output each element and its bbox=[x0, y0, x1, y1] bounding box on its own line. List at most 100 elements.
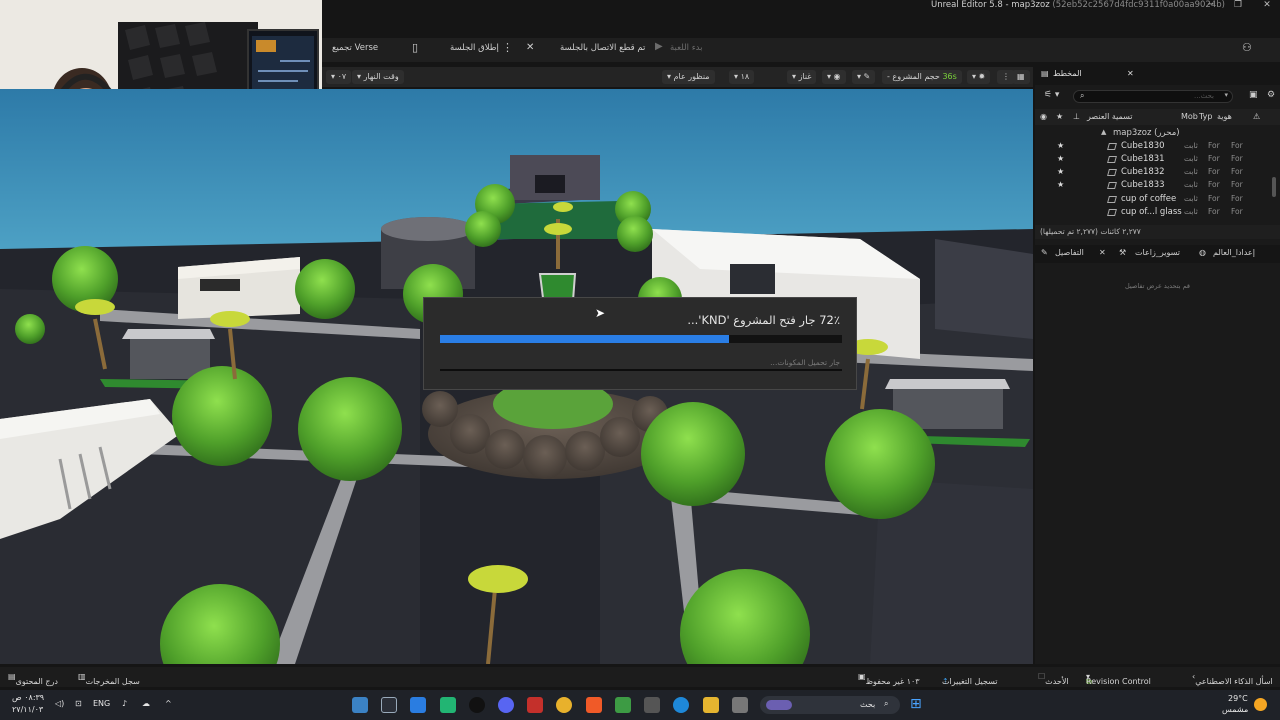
tab-world-settings[interactable]: إعدادا_العالم bbox=[1213, 248, 1255, 257]
new-folder-icon[interactable]: ▣ bbox=[1249, 90, 1258, 100]
verse-compile-button[interactable]: Verse تجميع bbox=[332, 43, 378, 53]
launch-session-button[interactable]: إطلاق الجلسة bbox=[450, 43, 499, 53]
close-window-button[interactable]: ✕ bbox=[1257, 0, 1277, 10]
mesh-icon bbox=[1107, 196, 1117, 203]
visibility-eye-icon[interactable]: ◉ bbox=[1040, 112, 1047, 121]
cloud-icon[interactable]: ☁ bbox=[142, 699, 150, 708]
app-icon-3[interactable] bbox=[440, 697, 456, 713]
favorite-star-icon[interactable]: ★ bbox=[1056, 112, 1063, 121]
details-tabbar: ✎ التفاصيل ✕ ⚒ تسوير_زاعات ◍ إعدادا_العا… bbox=[1035, 245, 1280, 263]
outliner-tabbar: ▤ المخطط ✕ bbox=[1035, 65, 1280, 85]
taskbar-search[interactable]: بحث ⌕ bbox=[760, 696, 900, 714]
status-bar: ▤ درج المحتوى ▥ سجل المخرجات ▣ ١٠٣ غير م… bbox=[0, 667, 1280, 687]
close-details-icon[interactable]: ✕ bbox=[1099, 248, 1106, 257]
main-toolbar: Verse تجميع ▯ إطلاق الجلسة ⋮ ✕ تم قطع ال… bbox=[322, 38, 1280, 62]
unsaved-button[interactable]: ▣ ١٠٣ غير محفوظ bbox=[858, 672, 920, 686]
windows-start-icon[interactable]: ⊞ bbox=[910, 696, 922, 712]
loading-progress-bar bbox=[440, 335, 842, 343]
panel-icon: ▤ bbox=[1041, 69, 1049, 78]
speed-dropdown[interactable]: ٠٧ ▾ bbox=[326, 70, 352, 84]
unreal-editor-icon[interactable] bbox=[381, 697, 397, 713]
device-icon[interactable]: ▯ bbox=[412, 41, 418, 54]
app-icon-13[interactable] bbox=[732, 697, 748, 713]
output-log-button[interactable]: ▥ سجل المخرجات bbox=[78, 672, 140, 686]
mesh-icon bbox=[1107, 169, 1117, 176]
weather-temp[interactable]: 29°C bbox=[1228, 694, 1248, 703]
disconnect-icon[interactable]: ✕ bbox=[526, 42, 534, 53]
search-dropdown-icon[interactable]: ▾ bbox=[1224, 91, 1228, 99]
tray-chevron-icon[interactable]: ^ bbox=[165, 699, 172, 708]
view-mode-dropdown[interactable]: غناز ▾ bbox=[787, 70, 817, 84]
outliner-search-input[interactable]: ⌕ بحث... ▾ bbox=[1073, 90, 1233, 103]
eye-icon[interactable]: ◉ ▾ bbox=[822, 70, 846, 84]
col-name-header[interactable]: تسمية العنصر bbox=[1087, 112, 1133, 121]
taskbar-search-icon: ⌕ bbox=[884, 699, 889, 708]
filter-icon[interactable]: ⚟ ▾ bbox=[1044, 90, 1059, 100]
outliner-map-row[interactable]: ▲ map3zoz (محرر) bbox=[1035, 127, 1273, 140]
taskbar-language[interactable]: ENG bbox=[93, 699, 110, 708]
network-icon[interactable]: ⊡ bbox=[75, 699, 82, 708]
outliner-panel: ▤ المخطط ✕ ⚟ ▾ ⌕ بحث... ▾ ▣ ⚙ ◉ ★ ⊥ تسمي… bbox=[1035, 65, 1280, 664]
outliner-row[interactable]: ★ Cube1833 ثابت For For bbox=[1035, 179, 1273, 192]
details-icon: ✎ bbox=[1041, 248, 1048, 257]
loading-sub-message: جار تحميل المكونات... bbox=[770, 358, 840, 367]
play-icon[interactable]: ▶ bbox=[655, 41, 663, 52]
fortnite-icon[interactable] bbox=[410, 697, 426, 713]
settings-icon[interactable]: ⚙ bbox=[1267, 90, 1275, 100]
outliner-scrollbar[interactable] bbox=[1272, 177, 1276, 197]
settings-gear-icon[interactable]: ✹ ▾ bbox=[967, 70, 991, 84]
ask-ai-button[interactable]: ‹ اسأل الذكاء الاصطناعي bbox=[1192, 672, 1273, 686]
mesh-icon bbox=[1107, 143, 1117, 150]
brave-icon[interactable] bbox=[586, 697, 602, 713]
content-drawer-button[interactable]: ▤ درج المحتوى bbox=[8, 672, 58, 686]
outliner-row[interactable]: cup of...l glass ثابت For For bbox=[1035, 206, 1273, 219]
snap-dropdown[interactable]: ١٨ ▾ bbox=[729, 70, 755, 84]
taskbar-date[interactable]: ٢٧/١١/٠٣ bbox=[12, 705, 43, 714]
col-type-header[interactable]: Typ bbox=[1199, 112, 1212, 121]
app-icon-1[interactable] bbox=[352, 697, 368, 713]
loading-sub-progress-bar bbox=[440, 369, 842, 371]
windows-taskbar: ٠٨:٣٩ ص ٢٧/١١/٠٣ ◁) ⊡ ENG ♪ ☁ ^ بحث ⌕ ⊞ … bbox=[0, 690, 1280, 720]
devices-icon: ⚒ bbox=[1119, 248, 1127, 257]
window-title: Unreal Editor 5.8 - map3zoz (52eb52c2567… bbox=[931, 0, 1225, 10]
taskbar-time[interactable]: ٠٨:٣٩ ص bbox=[12, 693, 44, 702]
maximize-button[interactable]: ❐ bbox=[1228, 0, 1248, 10]
tab-outliner[interactable]: المخطط bbox=[1053, 69, 1082, 78]
store-icon[interactable] bbox=[644, 697, 660, 713]
app-3d-icon[interactable] bbox=[527, 697, 543, 713]
users-icon[interactable]: ⚇ bbox=[1242, 41, 1252, 54]
sun-icon bbox=[1254, 698, 1267, 711]
mesh-icon bbox=[1107, 156, 1117, 163]
weather-text[interactable]: مشمس bbox=[1222, 705, 1248, 714]
camera-speed-icon[interactable]: ✎ ▾ bbox=[852, 70, 876, 84]
pin-icon[interactable]: ⊥ bbox=[1073, 112, 1080, 121]
app-icon-9[interactable] bbox=[615, 697, 631, 713]
time-of-day-dropdown[interactable]: وقت النهار ▾ bbox=[352, 70, 404, 84]
close-outliner-icon[interactable]: ✕ bbox=[1127, 69, 1134, 78]
minimize-button[interactable]: ─ bbox=[1201, 0, 1221, 10]
perspective-dropdown[interactable]: منظور عام ▾ bbox=[662, 70, 715, 84]
tab-details[interactable]: التفاصيل bbox=[1055, 248, 1084, 257]
more-options-icon[interactable]: ⋮ bbox=[502, 41, 513, 54]
outliner-row[interactable]: ★ Cube1830 ثابت For For bbox=[1035, 140, 1273, 153]
tab-devices[interactable]: تسوير_زاعات bbox=[1135, 248, 1180, 257]
details-empty-hint: قم بتحديد عرض تفاصيل bbox=[1124, 282, 1191, 290]
discord-icon[interactable] bbox=[498, 697, 514, 713]
edge-icon[interactable] bbox=[673, 697, 689, 713]
revision-control-dropdown[interactable]: ⧉ Revision Control ▾ bbox=[1086, 672, 1151, 686]
steam-icon[interactable] bbox=[469, 697, 485, 713]
volume-icon[interactable]: ◁) bbox=[55, 699, 64, 708]
file-explorer-icon[interactable] bbox=[703, 697, 719, 713]
col-mob-header[interactable]: Mob bbox=[1181, 112, 1198, 121]
chrome-icon[interactable] bbox=[556, 697, 572, 713]
outliner-row[interactable]: ★ Cube1831 ثابت For For bbox=[1035, 153, 1273, 166]
loading-message: 72٪ جار فتح المشروع 'KND'... bbox=[687, 313, 840, 327]
layout-grid-icon[interactable]: ▦ bbox=[1012, 70, 1030, 84]
latest-button[interactable]: ☐ الأحدث bbox=[1038, 672, 1069, 686]
outliner-row[interactable]: cup of coffee ثابت For For bbox=[1035, 193, 1273, 206]
mic-icon[interactable]: ♪ bbox=[122, 699, 127, 708]
mouse-cursor-icon: ➤ bbox=[595, 306, 606, 320]
outliner-row[interactable]: ★ Cube1832 ثابت For For bbox=[1035, 166, 1273, 179]
start-game-button[interactable]: بدء اللعبة bbox=[670, 43, 703, 53]
col-id-header[interactable]: هوية bbox=[1217, 112, 1232, 121]
